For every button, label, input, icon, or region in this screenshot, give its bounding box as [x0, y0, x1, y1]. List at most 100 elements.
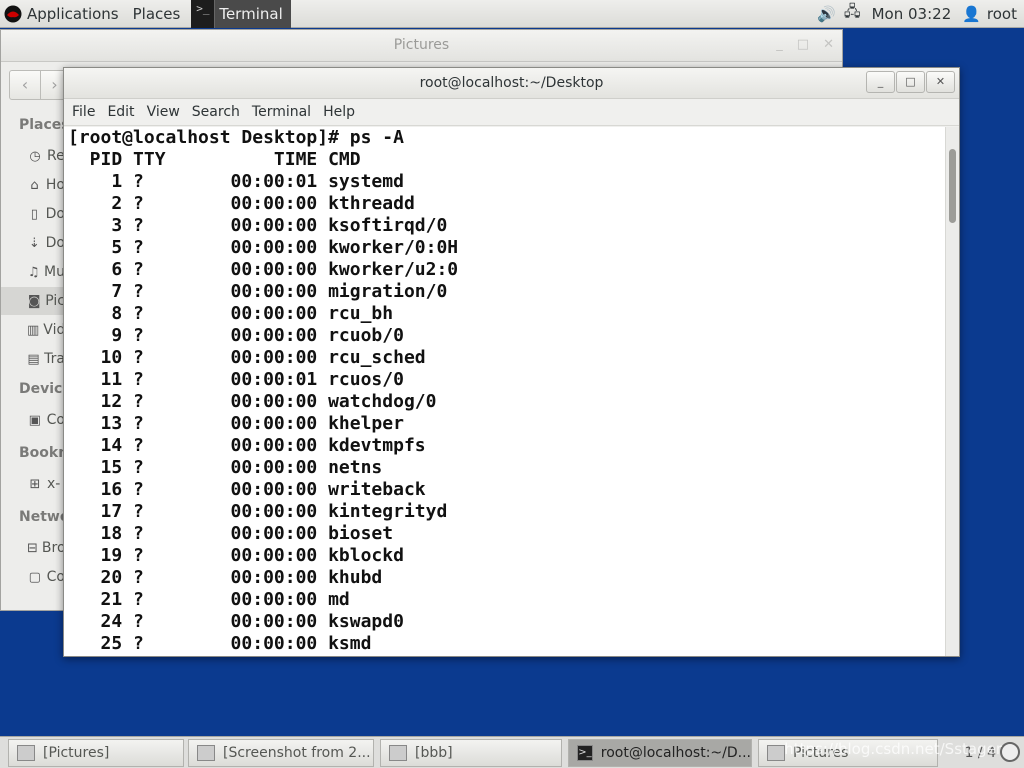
terminal-line: 24 ? 00:00:00 kswapd0: [68, 611, 404, 632]
terminal-line: 7 ? 00:00:00 migration/0: [68, 281, 448, 302]
sidebar-heading-network: Netwo: [19, 509, 70, 525]
sidebar-item-browse-network[interactable]: ⊟ Bro: [1, 534, 65, 562]
terminal-line: 21 ? 00:00:00 md: [68, 589, 350, 610]
terminal-app-label: Terminal: [219, 4, 283, 23]
terminal-line: 10 ? 00:00:00 rcu_sched: [68, 347, 426, 368]
minimize-icon: _: [877, 75, 884, 88]
minimize-button[interactable]: _: [776, 30, 783, 60]
computer-icon: ▣: [28, 412, 41, 428]
file-manager-sidebar: Places ◷ Re ⌂ Ho ▯ Do ⇣ Do ♫ Mu ◙ Pic ▥ Vid ▤ Tr…: [1, 109, 73, 610]
folder-icon: [767, 745, 785, 761]
terminal-line: 18 ? 00:00:00 bioset: [68, 523, 394, 544]
menu-help[interactable]: Help: [317, 99, 361, 125]
maximize-button[interactable]: □: [896, 71, 925, 93]
redhat-icon: [4, 5, 22, 22]
menu-view[interactable]: View: [141, 99, 186, 125]
applications-label: Applications: [27, 4, 119, 23]
close-button[interactable]: ✕: [823, 30, 834, 60]
clock[interactable]: Mon 03:22: [865, 0, 959, 28]
terminal-line: [root@localhost Desktop]# ps -A: [68, 127, 404, 148]
terminal-app-menu[interactable]: >_ Terminal: [191, 0, 291, 28]
task-label: root@localhost:~/D...: [600, 745, 751, 761]
sidebar-item-label: Bro: [41, 540, 65, 556]
maximize-button[interactable]: □: [797, 30, 809, 60]
terminal-line: 15 ? 00:00:00 netns: [68, 457, 383, 478]
sidebar-item-videos[interactable]: ▥ Vid: [1, 316, 65, 344]
task-screenshot-viewer[interactable]: [Screenshot from 2...: [188, 739, 374, 767]
sidebar-item-connect-server[interactable]: ▢ Co: [1, 563, 65, 591]
sidebar-item-music[interactable]: ♫ Mu: [1, 258, 65, 286]
document-icon: ▯: [30, 206, 38, 222]
sidebar-item-documents[interactable]: ▯ Do: [1, 200, 65, 228]
workspace-switcher-icon[interactable]: [1000, 742, 1020, 762]
close-icon: ✕: [935, 75, 946, 88]
terminal-line: 25 ? 00:00:00 ksmd: [68, 633, 372, 654]
terminal-titlebar[interactable]: root@localhost:~/Desktop _ □ ✕: [64, 68, 959, 99]
sidebar-item-computer[interactable]: ▣ Co: [1, 406, 65, 434]
clock-icon: ◷: [29, 148, 41, 164]
back-button[interactable]: ‹: [9, 70, 41, 100]
menu-edit[interactable]: Edit: [101, 99, 140, 125]
task-bbb[interactable]: [bbb]: [380, 739, 562, 767]
task-label: [Screenshot from 2...: [223, 745, 371, 761]
terminal-line: 20 ? 00:00:00 khubd: [68, 567, 383, 588]
terminal-line: 8 ? 00:00:00 rcu_bh: [68, 303, 394, 324]
sidebar-item-pictures[interactable]: ◙ Pic: [1, 287, 65, 315]
terminal-line: 2 ? 00:00:00 kthreadd: [68, 193, 415, 214]
terminal-line: 6 ? 00:00:00 kworker/u2:0: [68, 259, 459, 280]
terminal-line: 19 ? 00:00:00 kblockd: [68, 545, 404, 566]
download-icon: ⇣: [28, 235, 40, 251]
task-label: [bbb]: [415, 745, 453, 761]
applications-menu[interactable]: Applications: [0, 0, 126, 28]
watermark: https://blog.csdn.net/Sstager: [784, 740, 1002, 758]
chevron-left-icon: ‹: [21, 75, 29, 94]
minimize-button[interactable]: _: [866, 71, 895, 93]
terminal-window[interactable]: root@localhost:~/Desktop _ □ ✕ File Edit…: [63, 67, 960, 657]
file-manager-titlebar[interactable]: Pictures _ □ ✕: [1, 30, 842, 62]
terminal-line: 16 ? 00:00:00 writeback: [68, 479, 426, 500]
terminal-output[interactable]: [root@localhost Desktop]# ps -A PID TTY …: [64, 127, 947, 656]
top-panel: Applications Places >_ Terminal 🔊 🖧 Mon …: [0, 0, 1024, 28]
music-icon: ♫: [27, 264, 40, 280]
user-menu[interactable]: root: [985, 0, 1024, 28]
terminal-line: 17 ? 00:00:00 kintegrityd: [68, 501, 448, 522]
chevron-right-icon: ›: [51, 75, 58, 94]
folder-icon: [389, 745, 407, 761]
maximize-icon: □: [905, 75, 916, 88]
task-terminal[interactable]: >_ root@localhost:~/D...: [568, 739, 752, 767]
volume-icon[interactable]: 🔊: [813, 5, 840, 23]
sidebar-item-downloads[interactable]: ⇣ Do: [1, 229, 65, 257]
user-icon: 👤: [962, 4, 981, 23]
close-button[interactable]: ✕: [926, 71, 955, 93]
browse-network-icon: ⊟: [27, 540, 38, 556]
menu-terminal[interactable]: Terminal: [246, 99, 317, 125]
sidebar-item-label: x-: [47, 476, 61, 492]
sidebar-item-bookmark[interactable]: ⊞ x-: [1, 470, 65, 498]
sidebar-item-label: Mu: [44, 264, 65, 280]
folder-icon: [17, 745, 35, 761]
sidebar-item-label: Vid: [43, 322, 65, 338]
network-folder-icon: ⊞: [29, 476, 41, 492]
sidebar-item-label: Tra: [44, 351, 65, 367]
terminal-scrollbar[interactable]: [945, 127, 959, 656]
terminal-line: 14 ? 00:00:00 kdevtmpfs: [68, 435, 426, 456]
scrollbar-thumb[interactable]: [949, 149, 956, 223]
menu-file[interactable]: File: [66, 99, 101, 125]
sidebar-item-trash[interactable]: ▤ Tra: [1, 345, 65, 373]
home-icon: ⌂: [30, 177, 39, 193]
menu-search[interactable]: Search: [186, 99, 246, 125]
image-viewer-icon: [197, 745, 215, 761]
places-label: Places: [132, 4, 181, 23]
terminal-line: 12 ? 00:00:00 watchdog/0: [68, 391, 437, 412]
task-pictures-minimized[interactable]: [Pictures]: [8, 739, 184, 767]
terminal-title: root@localhost:~/Desktop: [419, 75, 604, 91]
video-icon: ▥: [27, 322, 40, 338]
sidebar-item-recent[interactable]: ◷ Re: [1, 142, 65, 170]
terminal-line: 13 ? 00:00:00 khelper: [68, 413, 404, 434]
sidebar-item-home[interactable]: ⌂ Ho: [1, 171, 65, 199]
terminal-line: 1 ? 00:00:01 systemd: [68, 171, 404, 192]
terminal-menubar: File Edit View Search Terminal Help: [64, 99, 959, 126]
connect-server-icon: ▢: [28, 569, 41, 585]
network-icon[interactable]: 🖧: [840, 1, 865, 26]
places-menu[interactable]: Places: [126, 0, 188, 28]
